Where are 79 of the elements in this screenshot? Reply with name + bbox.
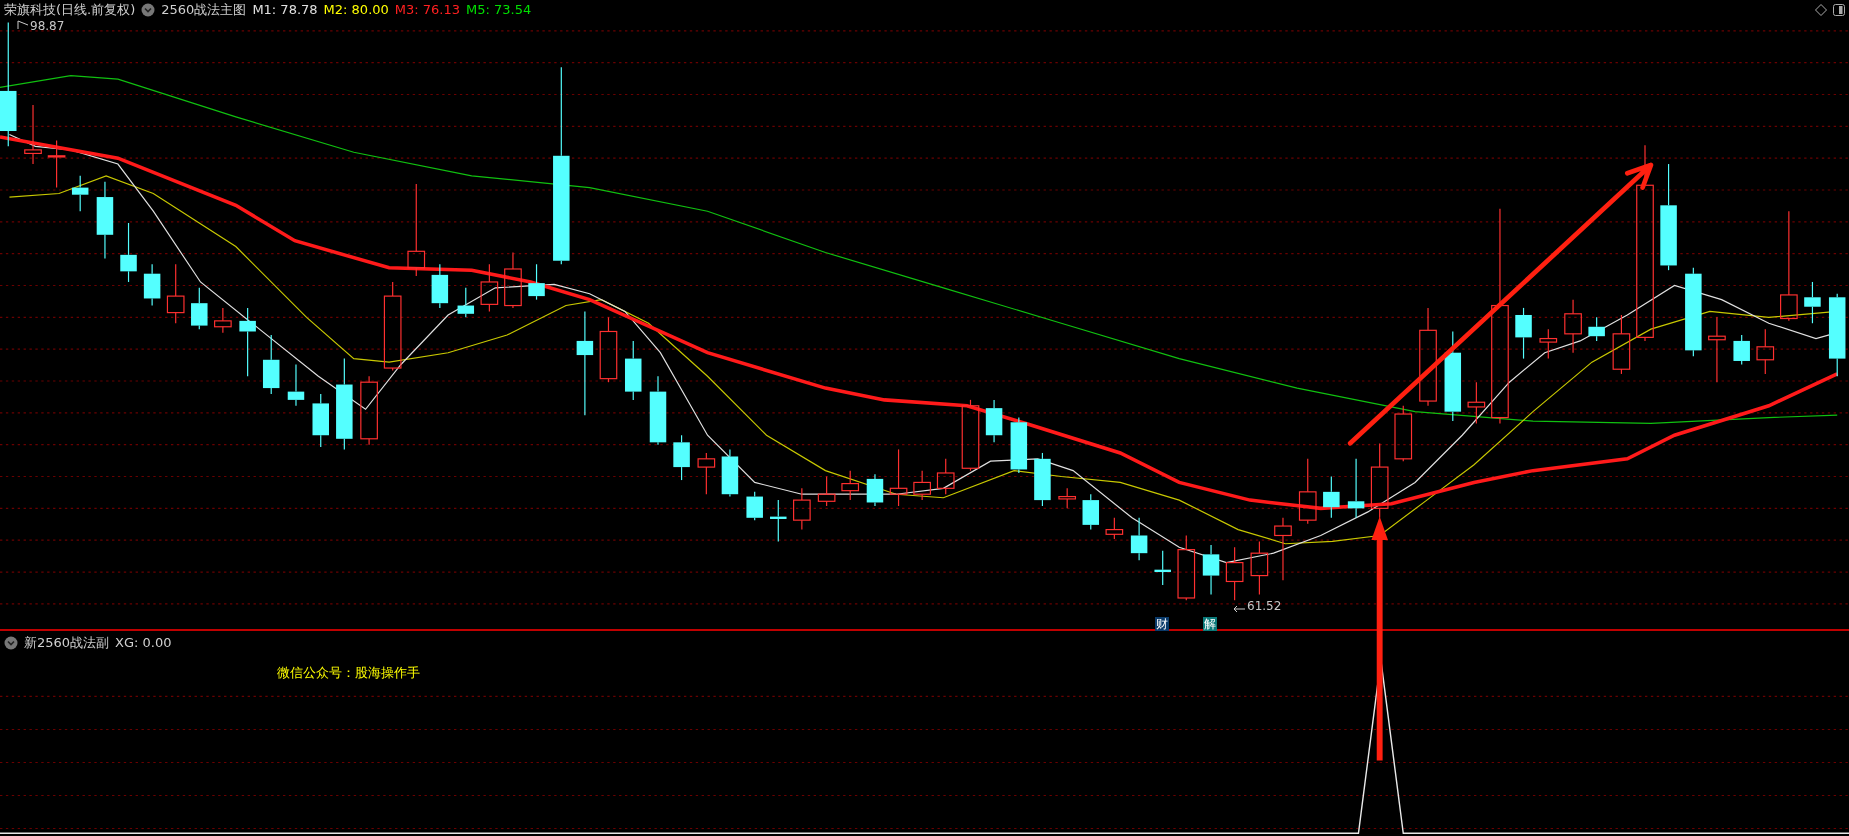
- candlestick: [312, 393, 329, 449]
- candlestick: [1274, 517, 1292, 582]
- event-marker[interactable]: 解: [1203, 617, 1217, 632]
- indicator-value: M3: 76.13: [394, 2, 461, 18]
- candlestick: [1250, 541, 1269, 596]
- indicator-value: M5: 73.54: [466, 2, 532, 18]
- indicator-value: M2: 80.00: [323, 2, 389, 18]
- candlestick: [1539, 329, 1558, 360]
- candlestick: [1298, 458, 1317, 525]
- candlestick: [1177, 535, 1196, 602]
- candlestick: [625, 340, 642, 401]
- pointer-arrow-icon: [1233, 605, 1245, 614]
- candlestick: [24, 104, 42, 166]
- candlestick: [287, 364, 305, 407]
- high-price-label: 98.87: [30, 19, 65, 34]
- candlestick: [721, 449, 739, 498]
- candlestick: [360, 376, 378, 446]
- candlestick: [120, 222, 137, 283]
- candlestick: [649, 376, 667, 446]
- candlestick: [166, 264, 185, 325]
- sub-indicator-value: XG: 0.00: [115, 635, 172, 651]
- candlestick: [985, 399, 1003, 444]
- high-marker-icon: [17, 20, 29, 31]
- candlestick: [1058, 488, 1077, 510]
- candlestick: [191, 287, 208, 331]
- candlestick: [457, 287, 475, 319]
- candlestick: [1347, 458, 1365, 519]
- candlestick: [214, 307, 232, 334]
- candlestick: [1323, 476, 1340, 519]
- indicator-value: M1: 78.78: [252, 2, 318, 18]
- candlestick: [841, 470, 860, 502]
- candlestick: [262, 334, 280, 396]
- candlestick: [1804, 281, 1821, 325]
- candlestick: [71, 175, 89, 213]
- candlestick: [673, 435, 690, 482]
- candlestick: [770, 500, 787, 543]
- indicator-name: 2560战法主图: [161, 0, 247, 19]
- event-marker[interactable]: 财: [1155, 617, 1169, 632]
- candlestick: [1034, 452, 1051, 508]
- candlestick: [1515, 307, 1532, 360]
- candlestick: [1733, 334, 1750, 366]
- candlestick: [528, 264, 545, 301]
- candlestick: [889, 449, 908, 508]
- candlestick: [817, 476, 836, 508]
- candlestick: [1082, 494, 1099, 531]
- candlestick: [1708, 317, 1726, 384]
- candlestick: [1588, 317, 1605, 342]
- candlestick: [697, 452, 716, 496]
- candlestick: [1225, 547, 1244, 602]
- candlestick: [913, 470, 931, 502]
- candlestick: [1154, 550, 1171, 587]
- candlestick: [1130, 517, 1148, 562]
- stock-title: 荣旗科技(日线.前复权): [4, 0, 136, 19]
- candlestick: [746, 491, 763, 522]
- candlestick: [1564, 299, 1582, 354]
- candlestick: [143, 264, 161, 307]
- candlestick: [936, 458, 955, 496]
- diamond-icon[interactable]: [1815, 3, 1827, 16]
- candlestick: [1105, 517, 1124, 541]
- candlestick: [480, 264, 499, 313]
- dropdown-icon[interactable]: [4, 635, 18, 650]
- candlestick: [431, 264, 449, 309]
- candlestick: [504, 252, 522, 309]
- candlestick: [1612, 314, 1631, 375]
- low-price-label: 61.52: [1247, 599, 1282, 614]
- candlestick: [1010, 417, 1028, 475]
- panel-toggle-icon[interactable]: [1833, 3, 1845, 16]
- candlestick: [1467, 382, 1486, 425]
- candlestick: [599, 317, 618, 384]
- candlestick: [1394, 405, 1413, 463]
- sub-indicator-name: 新2560战法副: [24, 633, 110, 652]
- candlestick: [47, 140, 66, 189]
- wechat-note: 微信公众号：股海操作手: [277, 664, 420, 683]
- candlestick: [1756, 329, 1775, 375]
- dropdown-icon[interactable]: [141, 2, 156, 17]
- candlestick: [239, 307, 256, 378]
- candlestick: [1202, 544, 1220, 596]
- candlestick: [793, 488, 811, 531]
- candlestick: [866, 474, 884, 508]
